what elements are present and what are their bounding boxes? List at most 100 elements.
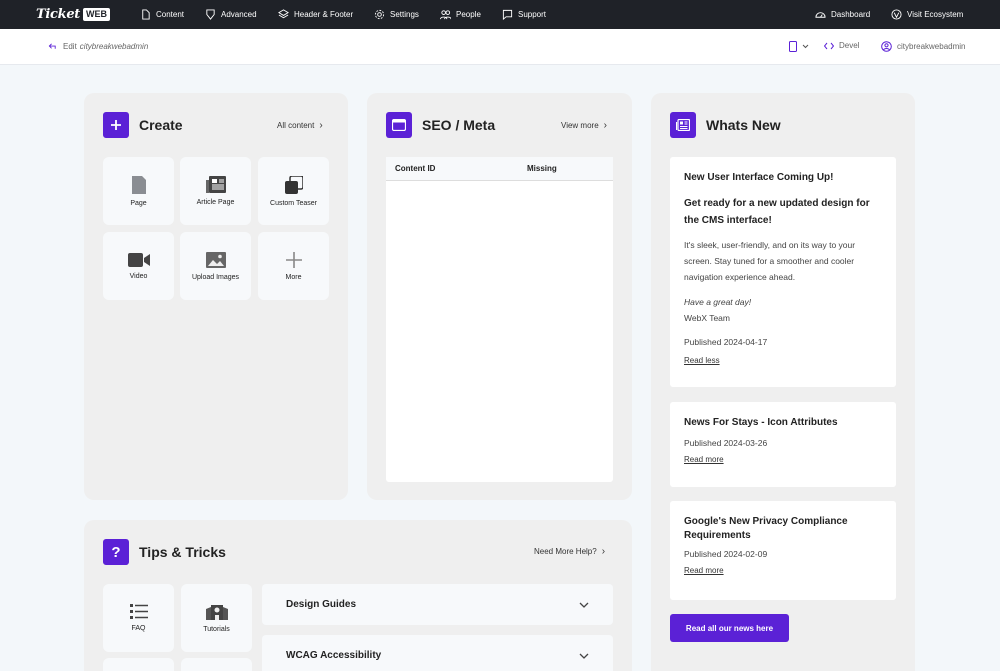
video-camera-icon [127,252,150,267]
create-title: Create [139,117,183,133]
view-more-link[interactable]: View more › [561,120,607,131]
create-tile-article-page[interactable]: Article Page [180,157,251,225]
nav-visit-ecosystem[interactable]: Visit Ecosystem [891,0,963,29]
newspaper-icon [205,176,226,193]
device-switcher[interactable] [789,41,814,52]
nav-people-label: People [456,10,481,19]
news-greeting: Have a great day! [684,297,752,307]
read-all-news-button[interactable]: Read all our news here [670,614,789,642]
whats-new-card-title: Whats New [670,112,781,138]
people-icon [440,10,451,20]
create-tile-video[interactable]: Video [103,232,174,300]
tile-label: Video [129,272,148,280]
whats-new-title: Whats New [706,117,781,133]
tile-label: Article Page [196,199,235,206]
logo-badge: WEB [83,8,111,21]
nav-support-label: Support [518,10,547,19]
nav-content-label: Content [156,10,185,19]
user-menu[interactable]: citybreakwebadmin [881,41,965,52]
dashboard-icon [815,12,826,18]
school-icon [205,605,228,620]
nav-support[interactable]: Support [502,0,546,29]
edit-bar: Edit citybreakwebadmin Devel citybreakwe… [0,29,1000,65]
read-more-link[interactable]: Read more [684,566,882,575]
chevron-down-icon [579,602,589,608]
nav-visit-ecosystem-label: Visit Ecosystem [907,10,964,19]
news-item: Google's New Privacy Compliance Requirem… [670,501,896,600]
edit-prefix: Edit [63,42,77,51]
seo-card-title: SEO / Meta [386,112,495,138]
news-item: News For Stays - Icon Attributes Publish… [670,402,896,487]
need-more-help-link[interactable]: Need More Help? › [534,546,605,557]
tile-label: Tutorials [203,626,230,633]
seo-table: Content ID Missing [386,157,613,482]
ticket-web-logo[interactable]: Ticket WEB [36,7,111,22]
tips-tile-faq[interactable]: FAQ [103,584,174,652]
devel-link[interactable]: Devel [824,41,859,50]
accordion-wcag-accessibility[interactable]: WCAG Accessibility [262,635,613,671]
read-more-link[interactable]: Read more [684,455,882,464]
tips-card-title: ? Tips & Tricks [103,539,226,565]
teaser-icon [284,175,303,194]
create-card-title: Create [103,112,183,138]
chevron-right-icon: › [603,120,607,131]
tile-label: Upload Images [191,273,240,281]
nav-advanced[interactable]: Advanced [205,0,257,29]
chevron-down-icon [579,653,589,659]
news-published: Published 2024-04-17 [684,337,768,347]
create-tile-page[interactable]: Page [103,157,174,225]
nav-people[interactable]: People [440,0,481,29]
tips-tile[interactable] [103,658,174,671]
nav-content[interactable]: Content [140,0,184,29]
question-icon: ? [103,539,129,565]
news-published: Published 2024-02-09 [684,549,768,559]
tips-title: Tips & Tricks [139,544,226,560]
page-icon [131,175,146,194]
nav-header-footer-label: Header & Footer [294,10,354,19]
news-title: New User Interface Coming Up! [684,172,834,183]
all-content-link[interactable]: All content › [277,120,323,131]
document-icon [142,9,150,20]
accordion-label: Design Guides [286,599,357,610]
user-menu-label: citybreakwebadmin [897,42,966,51]
all-content-label: All content [277,121,315,130]
layers-icon [278,9,289,19]
accordion-label: WCAG Accessibility [286,650,382,661]
read-less-link[interactable]: Read less [684,356,882,365]
nav-header-footer[interactable]: Header & Footer [278,0,353,29]
tips-tile[interactable] [181,658,252,671]
seo-title: SEO / Meta [422,117,496,133]
nav-settings[interactable]: Settings [374,0,419,29]
tips-tile-tutorials[interactable]: Tutorials [181,584,252,652]
chevron-right-icon: › [319,120,323,131]
user-circle-icon [881,41,892,52]
news-item: New User Interface Coming Up! Get ready … [670,157,896,387]
nav-advanced-label: Advanced [221,10,257,19]
shield-icon [206,9,215,20]
nav-settings-label: Settings [390,10,419,19]
globe-icon [891,9,902,20]
news-title: News For Stays - Icon Attributes [684,417,838,428]
news-published: Published 2024-03-26 [684,438,768,448]
tile-label: Page [130,199,147,207]
create-tile-more[interactable]: More [258,232,329,300]
edit-username: citybreakwebadmin [79,42,149,51]
news-body: It's sleek, user-friendly, and on its wa… [684,240,856,282]
view-more-label: View more [561,121,599,130]
nav-dashboard-label: Dashboard [831,10,871,19]
create-tile-upload-images[interactable]: Upload Images [180,232,251,300]
need-more-help-label: Need More Help? [534,547,597,556]
create-tile-custom-teaser[interactable]: Custom Teaser [258,157,329,225]
news-subtitle: Get ready for a new updated design for t… [684,198,870,226]
chevron-right-icon: › [601,546,606,557]
news-icon [670,112,696,138]
edit-user-link[interactable]: Edit citybreakwebadmin [48,42,148,51]
devel-label: Devel [839,41,860,50]
tile-label: FAQ [131,625,146,632]
list-icon [129,604,148,619]
browser-window-icon [386,112,412,138]
column-content-id: Content ID [395,164,436,173]
nav-dashboard[interactable]: Dashboard [815,0,870,29]
top-navigation-bar: Ticket WEB Content Advanced Header & Foo… [0,0,1000,29]
accordion-design-guides[interactable]: Design Guides [262,584,613,625]
